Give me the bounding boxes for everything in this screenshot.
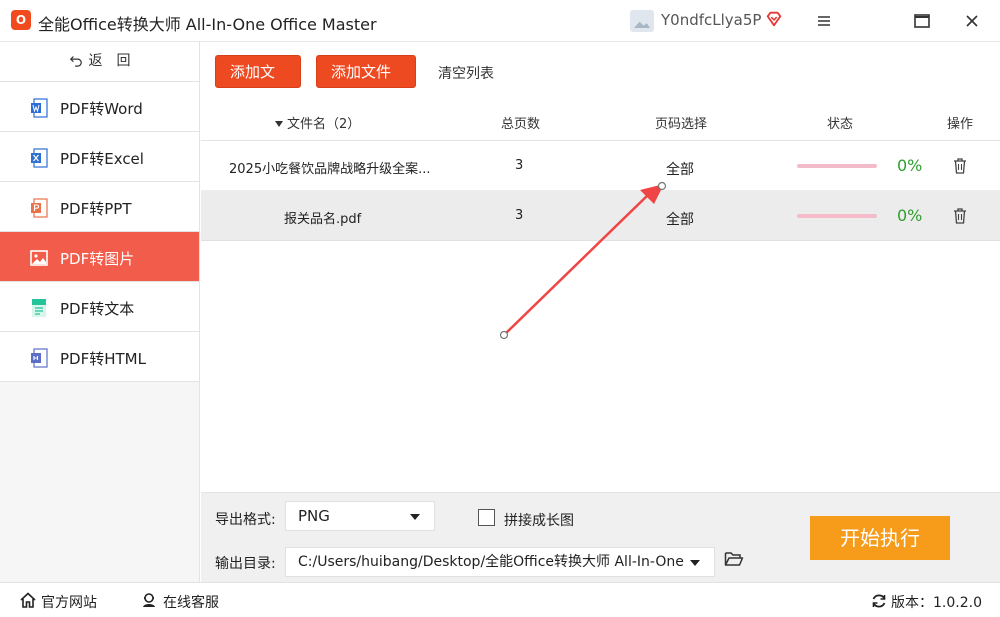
user-name[interactable]: Y0ndfcLlya5P	[661, 11, 761, 29]
sidebar-item-pdf-to-word[interactable]: PDF转Word	[0, 82, 199, 132]
column-header-page-range: 页码选择	[655, 117, 708, 132]
user-avatar[interactable]	[630, 10, 654, 32]
trash-icon[interactable]	[952, 207, 968, 224]
excel-icon	[31, 148, 48, 168]
official-website-link[interactable]: 官方网站	[41, 592, 97, 612]
title-bar: O 全能Office转换大师 All-In-One Office Master …	[0, 0, 1000, 42]
output-dir-value: C:/Users/huibang/Desktop/全能Office转换大师 Al…	[298, 554, 684, 570]
progress-bar	[797, 214, 877, 218]
ppt-icon	[31, 198, 48, 218]
support-agent-icon	[143, 593, 155, 607]
table-row[interactable]: 报关品名.pdf 3 全部 0%	[201, 191, 1000, 241]
add-file-button[interactable]: 添加文件	[215, 55, 301, 114]
file-table-header: 文件名（2） 总页数 页码选择 状态 操作	[201, 100, 1000, 141]
file-name: 2025小吃餐饮品牌战略升级全案...	[229, 162, 431, 177]
folder-open-icon[interactable]	[724, 550, 744, 568]
page-range-select[interactable]: 全部	[666, 159, 694, 179]
sidebar: 返 回 PDF转Word PDF转Excel PDF转PPT PDF转图片 PD…	[0, 42, 200, 582]
table-row[interactable]: 2025小吃餐饮品牌战略升级全案... 3 全部 0%	[201, 141, 1000, 191]
back-arrow-icon	[69, 56, 82, 67]
column-header-filename[interactable]: 文件名（2）	[275, 113, 360, 132]
merge-long-image-label[interactable]: 拼接成长图	[504, 510, 574, 530]
online-support-link[interactable]: 在线客服	[163, 592, 219, 612]
format-value: PNG	[298, 507, 330, 525]
version-text: 版本：1.0.2.0	[891, 595, 982, 611]
output-dir-select[interactable]: C:/Users/huibang/Desktop/全能Office转换大师 Al…	[285, 547, 715, 577]
progress-percent: 0%	[897, 206, 923, 225]
html-icon	[31, 348, 48, 368]
chevron-down-icon	[690, 560, 700, 566]
app-logo: O	[11, 10, 31, 30]
text-icon	[32, 299, 46, 317]
format-select[interactable]: PNG	[285, 501, 435, 531]
merge-long-image-checkbox[interactable]	[478, 509, 495, 526]
column-header-filename-label: 文件名（2）	[287, 117, 361, 132]
sidebar-item-label: PDF转图片	[60, 250, 135, 268]
sidebar-item-pdf-to-ppt[interactable]: PDF转PPT	[0, 182, 199, 232]
trash-icon[interactable]	[952, 157, 968, 174]
page-count: 3	[515, 158, 524, 173]
column-header-status: 状态	[827, 117, 854, 132]
sidebar-item-pdf-to-html[interactable]: PDF转HTML	[0, 332, 199, 382]
column-header-action: 操作	[947, 117, 974, 132]
word-icon	[31, 98, 48, 118]
clear-list-button[interactable]: 清空列表	[438, 63, 494, 83]
output-dir-label: 输出目录:	[215, 556, 276, 572]
sidebar-item-pdf-to-image[interactable]: PDF转图片	[0, 232, 199, 282]
file-name: 报关品名.pdf	[284, 212, 362, 227]
image-icon	[30, 250, 48, 266]
sidebar-item-label: PDF转Excel	[60, 150, 144, 168]
close-icon[interactable]	[960, 9, 984, 33]
back-button[interactable]: 返 回	[0, 42, 199, 82]
progress-percent: 0%	[897, 156, 923, 175]
add-folder-button[interactable]: 添加文件夹	[316, 55, 416, 114]
format-label: 导出格式:	[215, 512, 276, 528]
sidebar-item-label: PDF转PPT	[60, 200, 132, 218]
sidebar-item-pdf-to-excel[interactable]: PDF转Excel	[0, 132, 199, 182]
chevron-down-icon	[410, 514, 420, 520]
back-label: 返 回	[88, 53, 131, 69]
start-button[interactable]: 开始执行	[810, 516, 950, 560]
sidebar-item-pdf-to-text[interactable]: PDF转文本	[0, 282, 199, 332]
home-icon	[20, 592, 36, 608]
menu-icon[interactable]	[812, 9, 836, 33]
app-title: 全能Office转换大师 All-In-One Office Master	[38, 15, 377, 34]
progress-bar	[797, 164, 877, 168]
sidebar-item-label: PDF转Word	[60, 100, 143, 118]
refresh-icon[interactable]	[871, 593, 887, 609]
column-header-pages: 总页数	[501, 117, 541, 132]
sidebar-item-label: PDF转文本	[60, 300, 135, 318]
sidebar-item-label: PDF转HTML	[60, 350, 146, 368]
footer: 官方网站 在线客服 版本：1.0.2.0	[0, 582, 1000, 617]
maximize-icon[interactable]	[910, 9, 934, 33]
page-count: 3	[515, 208, 524, 223]
vip-diamond-icon[interactable]	[765, 10, 783, 28]
sort-down-icon[interactable]	[275, 121, 283, 127]
page-range-select[interactable]: 全部	[666, 209, 694, 229]
